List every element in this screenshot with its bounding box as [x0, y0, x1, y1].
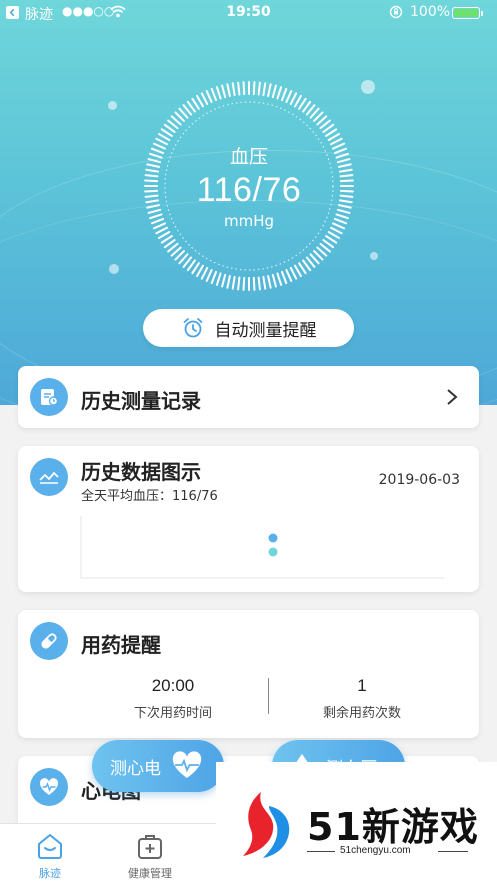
- auto-measure-remind-button[interactable]: 自动测量提醒: [143, 309, 354, 347]
- medication-reminder-card[interactable]: 用药提醒 20:00 下次用药时间 1 剩余用药次数: [18, 610, 479, 738]
- medical-kit-icon: [138, 835, 162, 859]
- divider: [438, 851, 468, 852]
- remaining-doses-value: 1: [357, 676, 367, 695]
- chevron-right-icon: [447, 389, 458, 405]
- gauge-unit: mmHg: [223, 212, 275, 230]
- line-chart-icon: [30, 458, 68, 496]
- remaining-doses: 1 剩余用药次数: [262, 676, 462, 721]
- tab-health-management[interactable]: 健康管理: [100, 824, 200, 883]
- history-record-icon: [30, 378, 68, 416]
- gauge-label: 血压: [229, 146, 268, 168]
- rotation-lock-icon: [389, 5, 403, 23]
- heart-ecg-icon: [172, 751, 202, 778]
- watermark-url: 51chengyu.com: [340, 845, 411, 856]
- watermark-brand: 51新游戏: [307, 805, 479, 849]
- blood-pressure-value: 116/76: [196, 171, 302, 209]
- decorative-dot: [361, 80, 375, 94]
- diastolic-point: [268, 547, 278, 557]
- tab-health-management-label: 健康管理: [128, 867, 172, 880]
- history-records-title: 历史测量记录: [81, 389, 201, 413]
- measure-ecg-button[interactable]: 测心电: [92, 740, 224, 792]
- tab-pulse[interactable]: 脉迹: [0, 824, 100, 883]
- watermark-overlay: 51新游戏 51chengyu.com: [216, 762, 497, 883]
- tab-pulse-label: 脉迹: [39, 867, 61, 880]
- history-chart-card[interactable]: 历史数据图示 全天平均血压：116/76 2019-06-03: [18, 446, 479, 592]
- next-dose-time-caption: 下次用药时间: [133, 706, 212, 721]
- history-records-card[interactable]: 历史测量记录: [18, 366, 479, 428]
- status-bar: 脉迹 ●●●○○ 19:50 100%: [0, 0, 497, 26]
- next-dose-time: 20:00 下次用药时间: [73, 676, 273, 721]
- alarm-clock-icon: [183, 318, 202, 338]
- remaining-doses-caption: 剩余用药次数: [322, 706, 401, 721]
- pill-icon: [30, 622, 68, 660]
- decorative-dot: [108, 101, 117, 110]
- battery-icon: [452, 7, 483, 19]
- history-chart-title: 历史数据图示: [81, 460, 201, 484]
- decorative-dot: [109, 264, 119, 274]
- mini-bp-chart: [80, 516, 444, 579]
- medication-reminder-title: 用药提醒: [81, 633, 161, 657]
- battery-percent: 100%: [410, 4, 451, 20]
- history-date[interactable]: 2019-06-03: [379, 472, 460, 488]
- divider: [307, 851, 335, 852]
- auto-measure-remind-label: 自动测量提醒: [214, 320, 317, 341]
- watermark-logo: [243, 792, 290, 858]
- systolic-point: [268, 533, 278, 543]
- next-dose-time-value: 20:00: [151, 676, 195, 695]
- gauge-readout: 血压 116/76 mmHg: [144, 81, 354, 291]
- daily-average-bp: 全天平均血压：116/76: [81, 489, 218, 504]
- decorative-dot: [370, 252, 378, 260]
- home-icon: [38, 834, 62, 859]
- heart-pulse-icon: [30, 768, 68, 806]
- measure-ecg-label: 测心电: [110, 758, 161, 779]
